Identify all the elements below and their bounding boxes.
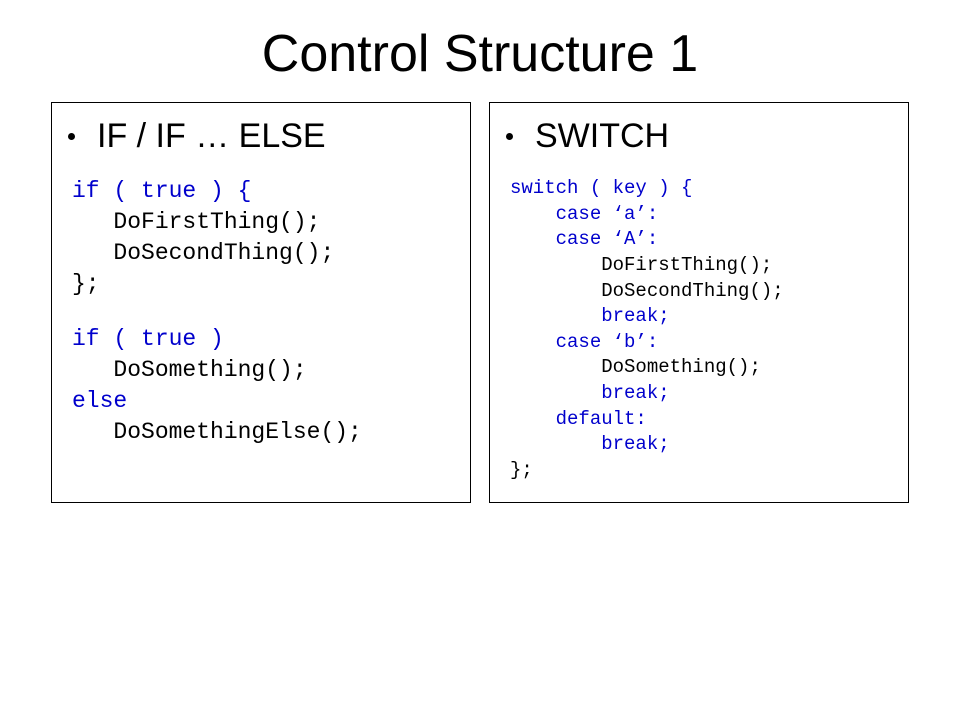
- code-blank-line: [72, 300, 460, 324]
- code-line: break;: [510, 381, 898, 407]
- code-line: };: [510, 458, 898, 484]
- right-heading: SWITCH: [535, 117, 669, 156]
- code-line: if ( true ) {: [72, 176, 460, 207]
- code-line: DoSomethingElse();: [72, 417, 460, 448]
- code-line: };: [72, 269, 460, 300]
- bullet-icon: [506, 133, 513, 140]
- code-line: break;: [510, 432, 898, 458]
- code-line: switch ( key ) {: [510, 176, 898, 202]
- slide-title: Control Structure 1: [0, 0, 960, 102]
- left-code-block: if ( true ) { DoFirstThing(); DoSecondTh…: [72, 176, 460, 448]
- columns: IF / IF … ELSE if ( true ) { DoFirstThin…: [0, 102, 960, 503]
- code-line: break;: [510, 304, 898, 330]
- code-line: case ‘A’:: [510, 227, 898, 253]
- code-line: DoFirstThing();: [510, 253, 898, 279]
- code-line: case ‘a’:: [510, 202, 898, 228]
- code-line: DoSecondThing();: [510, 279, 898, 305]
- code-line: DoSomething();: [510, 355, 898, 381]
- code-line: default:: [510, 407, 898, 433]
- right-code-block: switch ( key ) { case ‘a’: case ‘A’: DoF…: [510, 176, 898, 484]
- right-heading-row: SWITCH: [506, 117, 898, 156]
- slide: Control Structure 1 IF / IF … ELSE if ( …: [0, 0, 960, 720]
- bullet-icon: [68, 133, 75, 140]
- code-line: if ( true ): [72, 324, 460, 355]
- code-line: DoSecondThing();: [72, 238, 460, 269]
- code-line: DoSomething();: [72, 355, 460, 386]
- left-heading-row: IF / IF … ELSE: [68, 117, 460, 156]
- left-heading: IF / IF … ELSE: [97, 117, 326, 156]
- code-line: case ‘b’:: [510, 330, 898, 356]
- left-column: IF / IF … ELSE if ( true ) { DoFirstThin…: [51, 102, 471, 503]
- code-line: DoFirstThing();: [72, 207, 460, 238]
- code-line: else: [72, 386, 460, 417]
- right-column: SWITCH switch ( key ) { case ‘a’: case ‘…: [489, 102, 909, 503]
